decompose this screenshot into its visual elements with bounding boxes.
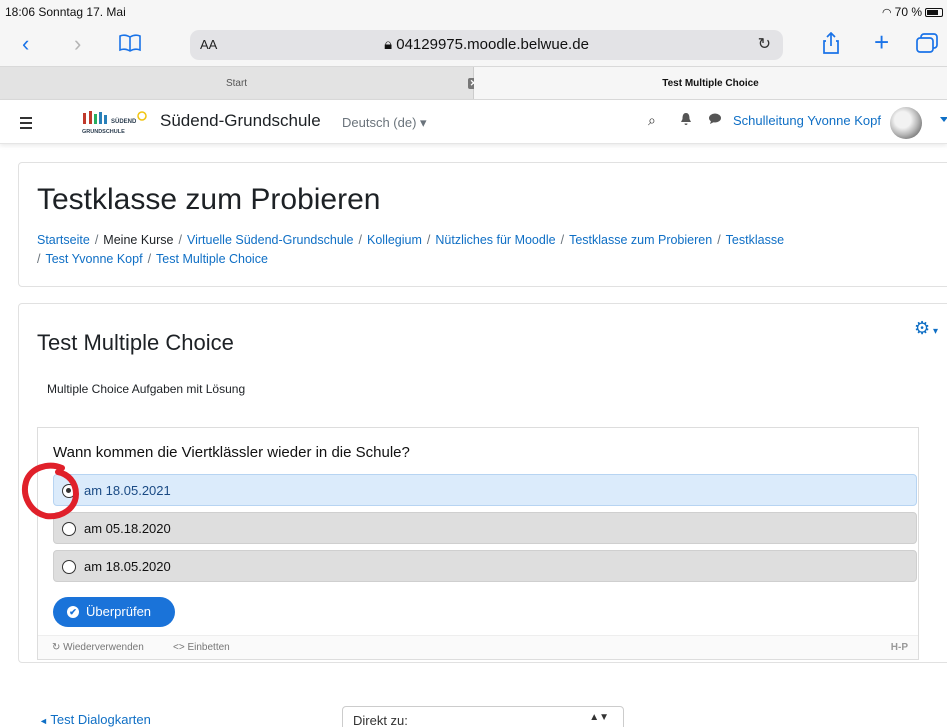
jump-to-select[interactable]: Direkt zu: ▲▼ bbox=[342, 706, 624, 727]
previous-activity-link[interactable]: ◄ Test Dialogkarten bbox=[39, 712, 151, 727]
radio-empty-icon bbox=[62, 560, 76, 574]
breadcrumb-item-startseite[interactable]: Startseite bbox=[37, 233, 90, 247]
reuse-label: Wiederverwenden bbox=[63, 642, 144, 653]
search-icon[interactable]: ⌕ bbox=[648, 112, 656, 129]
breadcrumb-separator: / bbox=[717, 233, 721, 247]
answer-text: am 05.18.2020 bbox=[84, 521, 171, 536]
breadcrumb-separator: / bbox=[94, 233, 99, 247]
breadcrumb-item-kollegium[interactable]: Kollegium bbox=[367, 233, 422, 247]
answer-text: am 18.05.2020 bbox=[84, 559, 171, 574]
chevron-down-icon: ▾ bbox=[420, 115, 427, 130]
tab-test-multiple-choice[interactable]: Test Multiple Choice bbox=[474, 67, 947, 99]
breadcrumb-separator: / bbox=[178, 233, 182, 247]
answer-text: am 18.05.2021 bbox=[84, 483, 171, 498]
gear-icon[interactable]: ⚙︎ ▾ bbox=[914, 318, 938, 339]
back-icon[interactable]: ‹ bbox=[22, 33, 29, 55]
check-button[interactable]: ✔ Überprüfen bbox=[53, 597, 175, 627]
user-menu-caret-icon[interactable] bbox=[940, 117, 947, 122]
answer-option-2[interactable]: am 05.18.2020 bbox=[53, 512, 917, 544]
moodle-navbar: SÜDEND GRUNDSCHULE Südend-Grundschule De… bbox=[0, 100, 947, 144]
check-circle-icon: ✔ bbox=[67, 606, 79, 618]
bookmarks-icon[interactable] bbox=[119, 34, 141, 57]
tab-start[interactable]: Start ✕ bbox=[0, 67, 479, 99]
user-menu-name[interactable]: Schulleitung Yvonne Kopf bbox=[733, 113, 881, 128]
embed-link[interactable]: <> Einbetten bbox=[173, 642, 230, 653]
url-text: 🔒︎ 04129975.moodle.belwue.de bbox=[190, 36, 783, 53]
battery-icon bbox=[925, 7, 943, 17]
reuse-icon: ↻ bbox=[52, 642, 64, 653]
breadcrumb: Startseite / Meine Kurse / Virtuelle Südend-… bbox=[37, 231, 917, 269]
page-header: Testklasse zum Probieren Startseite / Mein… bbox=[18, 162, 947, 287]
school-logo[interactable]: SÜDEND GRUNDSCHULE bbox=[79, 109, 154, 136]
activity-card: ⚙︎ ▾ Test Multiple Choice Multiple Choic… bbox=[18, 303, 947, 663]
tab-active-label: Test Multiple Choice bbox=[662, 78, 759, 89]
avatar[interactable] bbox=[890, 107, 922, 139]
hamburger-menu-icon[interactable] bbox=[15, 111, 37, 133]
forward-icon[interactable]: › bbox=[74, 33, 81, 55]
language-label: Deutsch (de) bbox=[342, 115, 417, 130]
reuse-link[interactable]: ↻ Wiederverwenden bbox=[52, 642, 144, 653]
activity-intro: Multiple Choice Aufgaben mit Lösung bbox=[47, 382, 246, 396]
browser-tabs: Start ✕ Test Multiple Choice bbox=[0, 66, 947, 100]
breadcrumb-separator: / bbox=[147, 252, 152, 266]
breadcrumb-item-nuetzliches[interactable]: Nützliches für Moodle bbox=[435, 233, 555, 247]
site-name[interactable]: Südend-Grundschule bbox=[160, 111, 321, 131]
messages-icon[interactable] bbox=[708, 112, 722, 128]
page-title: Testklasse zum Probieren bbox=[37, 183, 381, 216]
triangle-left-icon: ◄ bbox=[39, 716, 51, 726]
previous-activity-label: Test Dialogkarten bbox=[50, 712, 151, 727]
breadcrumb-item-test-multiple-choice[interactable]: Test Multiple Choice bbox=[156, 252, 268, 266]
wifi-icon: ◠ bbox=[882, 6, 892, 19]
h5p-footer: ↻ Wiederverwenden <> Einbetten H-P bbox=[38, 635, 918, 659]
language-menu[interactable]: Deutsch (de) ▾ bbox=[342, 115, 427, 131]
tab-start-label: Start bbox=[225, 78, 248, 89]
notification-bell-icon[interactable] bbox=[680, 112, 692, 129]
radio-empty-icon bbox=[62, 522, 76, 536]
breadcrumb-separator: / bbox=[426, 233, 431, 247]
jump-to-label: Direkt zu: bbox=[353, 713, 408, 727]
url-value: 04129975.moodle.belwue.de bbox=[396, 36, 589, 53]
browser-toolbar: ‹ › AA 🔒︎ 04129975.moodle.belwue.de ↻ + bbox=[0, 24, 947, 66]
status-right-group: ◠ 70 % bbox=[882, 5, 943, 19]
svg-text:GRUNDSCHULE: GRUNDSCHULE bbox=[82, 129, 125, 135]
reload-icon[interactable]: ↻ bbox=[758, 34, 771, 54]
address-bar[interactable]: AA 🔒︎ 04129975.moodle.belwue.de ↻ bbox=[190, 30, 783, 60]
radio-selected-icon bbox=[62, 484, 76, 498]
answer-option-1[interactable]: am 18.05.2021 bbox=[53, 474, 917, 506]
select-arrows-icon: ▲▼ bbox=[589, 712, 609, 723]
breadcrumb-item-meine-kurse: Meine Kurse bbox=[103, 233, 174, 247]
battery-percent: 70 % bbox=[894, 5, 922, 19]
embed-icon: <> bbox=[173, 642, 188, 653]
tabs-overview-icon[interactable] bbox=[916, 33, 938, 57]
share-icon[interactable] bbox=[822, 31, 840, 58]
breadcrumb-item-testklasse[interactable]: Testklasse bbox=[726, 233, 784, 247]
activity-title: Test Multiple Choice bbox=[37, 330, 234, 355]
breadcrumb-separator: / bbox=[358, 233, 362, 247]
question-text: Wann kommen die Viertklässler wieder in … bbox=[53, 444, 410, 461]
lock-icon: 🔒︎ bbox=[384, 36, 397, 53]
embed-label: Einbetten bbox=[187, 642, 230, 653]
h5p-multichoice: Wann kommen die Viertklässler wieder in … bbox=[37, 427, 919, 660]
breadcrumb-item-virtuelle-schule[interactable]: Virtuelle Südend-Grundschule bbox=[187, 233, 354, 247]
svg-text:SÜDEND: SÜDEND bbox=[111, 118, 137, 125]
breadcrumb-item-testklasse-probieren[interactable]: Testklasse zum Probieren bbox=[569, 233, 712, 247]
new-tab-icon[interactable]: + bbox=[874, 29, 889, 55]
answer-option-3[interactable]: am 18.05.2020 bbox=[53, 550, 917, 582]
breadcrumb-separator: / bbox=[560, 233, 565, 247]
breadcrumb-item-test-yvonne-kopf[interactable]: Test Yvonne Kopf bbox=[45, 252, 142, 266]
check-button-label: Überprüfen bbox=[86, 604, 152, 619]
ios-status-bar: 18:06 Sonntag 17. Mai ◠ 70 % bbox=[0, 0, 947, 24]
h5p-logo[interactable]: H-P bbox=[891, 642, 908, 653]
status-time-date: 18:06 Sonntag 17. Mai bbox=[5, 5, 126, 19]
